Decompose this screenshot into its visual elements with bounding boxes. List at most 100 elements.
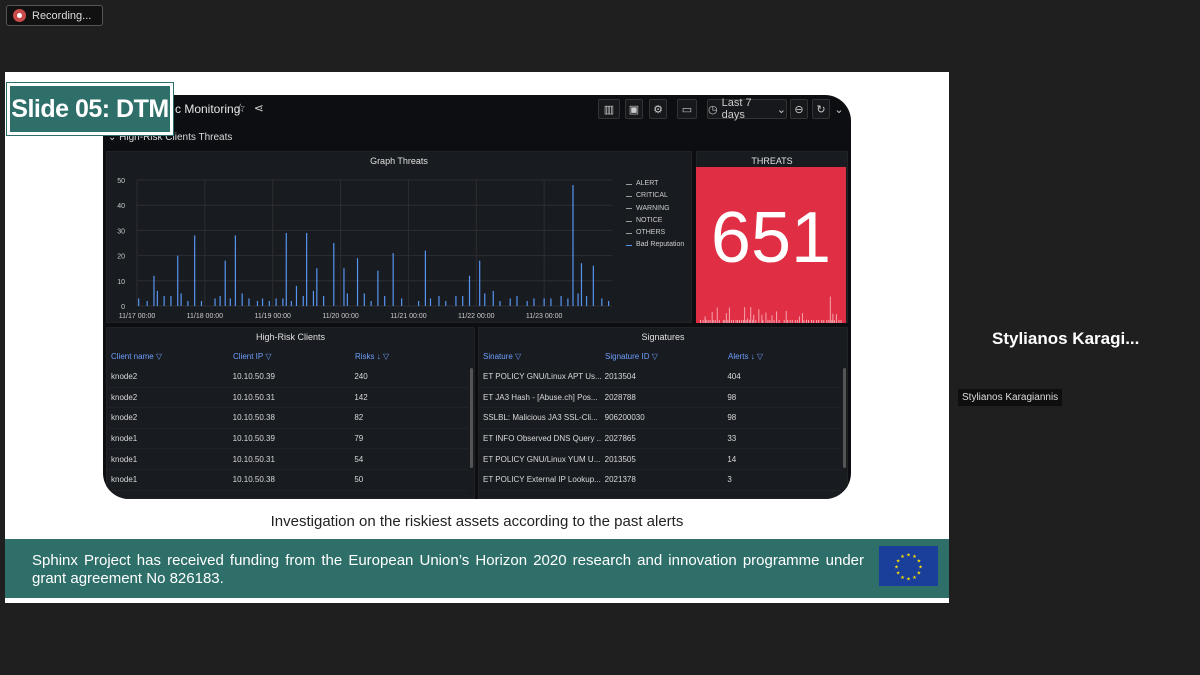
table-cell: 404 (727, 372, 741, 382)
table-row[interactable]: knode1 10.10.50.38 50 (107, 470, 468, 491)
signatures-scrollbar[interactable] (843, 368, 846, 468)
chevron-down-icon: ⌄ (776, 103, 786, 116)
time-picker[interactable]: ◷ Last 7 days ⌄ (707, 97, 787, 121)
graph-panel[interactable]: Graph Threats 50 40 30 20 10 0 11/17 00:00 11/… (106, 151, 692, 323)
x-tick-label: 11/19 00:00 (254, 313, 291, 320)
legend-label: CRITICAL (636, 192, 668, 200)
refresh-icon: ↻ (816, 103, 826, 116)
filter-icon[interactable]: ▽ (652, 352, 658, 361)
table-cell: 10.10.50.39 (232, 434, 275, 444)
settings-button[interactable]: ⚙ (649, 99, 667, 119)
column-header-client-name[interactable]: Client name ▽ (107, 352, 229, 361)
table-cell: 79 (354, 434, 364, 444)
x-tick-label: 11/17 00:00 (119, 313, 156, 320)
signatures-rows: ET POLICY GNU/Linux APT Us... 2013504 404 E… (479, 367, 841, 491)
column-header-risks[interactable]: Risks ↓ ▽ (351, 352, 469, 361)
filter-icon[interactable]: ▽ (757, 352, 763, 361)
dashboard-toolbar: c Monitoring ☆ ⋖ ▥ ▣ ⚙ ▭ ◷ Last 7 days ⌄… (103, 95, 851, 123)
x-tick-label: 11/20 00:00 (322, 313, 359, 320)
filter-icon[interactable]: ▽ (156, 352, 162, 361)
filter-icon[interactable]: ▽ (265, 352, 271, 361)
sort-desc-icon: ↓ (750, 351, 755, 361)
tv-mode-button[interactable]: ▭ (677, 99, 697, 119)
legend-label: OTHERS (636, 229, 666, 237)
legend-item[interactable]: NOTICE (626, 215, 684, 227)
eu-star: ★ (912, 575, 917, 581)
table-cell: ET POLICY GNU/Linux APT Us... (483, 372, 601, 382)
table-row[interactable]: knode1 10.10.50.39 79 (107, 429, 468, 450)
table-cell: 10.10.50.31 (232, 454, 275, 464)
legend-label: Bad Reputation (636, 241, 685, 249)
threats-title: THREATS (751, 156, 793, 166)
sort-desc-icon: ↓ (376, 351, 381, 361)
table-cell: knode1 (111, 475, 138, 485)
save-icon: ▣ (628, 103, 640, 116)
table-cell: 54 (354, 454, 364, 464)
participant-name-label: Stylianos Karagiannis (958, 389, 1063, 406)
column-header-client-ip[interactable]: Client IP ▽ (229, 352, 351, 361)
x-tick-label: 11/18 00:00 (187, 313, 224, 320)
x-tick-label: 11/21 00:00 (390, 313, 427, 320)
table-row[interactable]: ET POLICY External IP Lookup... 2021378 3 (479, 470, 841, 491)
table-cell: 906200030 (604, 413, 645, 423)
zoom-out-button[interactable]: ⊖ (790, 99, 808, 119)
table-row[interactable]: ET INFO Observed DNS Query ... 2027865 33 (479, 429, 841, 450)
threats-value: 651 (710, 198, 832, 278)
zoom-out-icon: ⊖ (794, 103, 804, 116)
legend-item[interactable]: CRITICAL (626, 190, 684, 202)
table-cell: ET INFO Observed DNS Query ... (483, 434, 601, 444)
legend-swatch (626, 183, 632, 185)
table-row[interactable]: knode2 10.10.50.38 82 (107, 408, 468, 429)
refresh-button[interactable]: ↻ (812, 99, 830, 119)
table-row[interactable]: knode2 10.10.50.39 240 (107, 367, 468, 388)
eu-star: ★ (906, 553, 911, 559)
add-panel-icon: ▥ (603, 103, 615, 116)
column-header-signature-id[interactable]: Signature ID ▽ (601, 352, 724, 361)
participant-display-name: Stylianos Karagi... (992, 329, 1140, 348)
legend-item[interactable]: Bad Reputation (626, 239, 684, 251)
table-cell: 2027865 (604, 434, 636, 444)
clients-scrollbar[interactable] (470, 368, 473, 468)
clients-panel[interactable]: High-Risk Clients Client name ▽ Client I… (106, 327, 475, 499)
legend-item[interactable]: ALERT (626, 178, 684, 190)
table-row[interactable]: ET POLICY GNU/Linux YUM U... 2013505 14 (479, 449, 841, 470)
table-cell: ET JA3 Hash - [Abuse.ch] Pos... (483, 392, 598, 402)
signatures-panel[interactable]: Signatures Sinature ▽ Signature ID ▽ Ale… (478, 327, 848, 499)
table-cell: knode2 (111, 413, 138, 423)
slide-footer: Sphinx Project has received funding from… (5, 539, 949, 598)
table-cell: 10.10.50.31 (232, 392, 275, 402)
refresh-interval-button[interactable]: ⌄ (832, 99, 846, 119)
table-cell: 10.10.50.38 (232, 413, 275, 423)
column-header-alerts[interactable]: Alerts ↓ ▽ (724, 352, 842, 361)
table-row[interactable]: ET POLICY GNU/Linux APT Us... 2013504 404 (479, 367, 841, 388)
slide-caption: Investigation on the riskiest assets acc… (270, 513, 684, 530)
add-panel-button[interactable]: ▥ (598, 99, 620, 119)
legend-label: WARNING (636, 204, 670, 212)
filter-icon[interactable]: ▽ (383, 352, 389, 361)
y-tick-label: 40 (117, 203, 125, 210)
legend-item[interactable]: WARNING (626, 203, 684, 215)
table-row[interactable]: ET JA3 Hash - [Abuse.ch] Pos... 2028788 98 (479, 388, 841, 409)
graph-legend: ALERT CRITICAL WARNING NOTICE OTHERS Bad… (626, 178, 684, 252)
table-row[interactable]: SSLBL: Malicious JA3 SSL-Cli... 906200030… (479, 408, 841, 429)
table-cell: 3 (727, 475, 732, 485)
save-button[interactable]: ▣ (625, 99, 643, 119)
table-row[interactable]: knode2 10.10.50.31 142 (107, 388, 468, 409)
x-tick-label: 11/22 00:00 (458, 313, 495, 320)
eu-flag-logo: ★ ★ ★ ★ ★ ★ ★ ★ ★ ★ ★ ★ (879, 546, 938, 586)
table-cell: 10.10.50.39 (232, 372, 275, 382)
share-icon[interactable]: ⋖ (254, 101, 264, 115)
legend-label: ALERT (636, 180, 659, 187)
signatures-header: Sinature ▽ Signature ID ▽ Alerts ↓ ▽ (479, 348, 842, 364)
column-header-signature[interactable]: Sinature ▽ (479, 352, 601, 361)
recording-indicator[interactable]: Recording... (6, 5, 103, 26)
dashboard-title[interactable]: c Monitoring (175, 102, 240, 116)
star-icon[interactable]: ☆ (235, 101, 246, 115)
filter-icon[interactable]: ▽ (515, 352, 521, 361)
legend-item[interactable]: OTHERS (626, 227, 684, 239)
dashboard-screenshot: c Monitoring ☆ ⋖ ▥ ▣ ⚙ ▭ ◷ Last 7 days ⌄… (103, 95, 851, 499)
y-tick-label: 10 (117, 279, 125, 286)
table-row[interactable]: knode1 10.10.50.31 54 (107, 449, 468, 470)
clients-title: High-Risk Clients (255, 332, 326, 342)
table-cell: 33 (727, 434, 737, 444)
